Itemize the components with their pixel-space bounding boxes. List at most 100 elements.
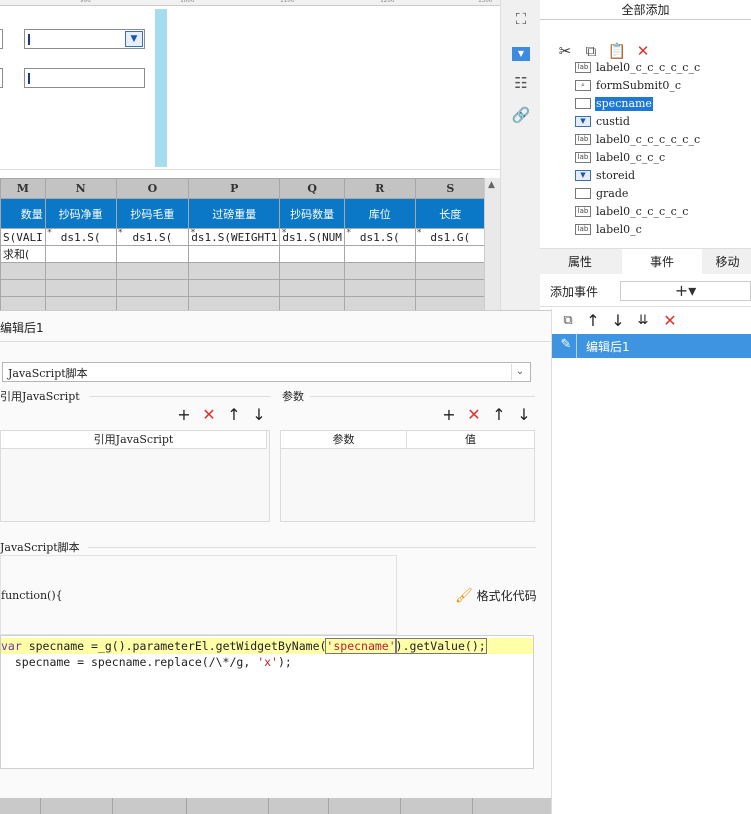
sheet-vertical-scrollbar[interactable]: ▲: [484, 178, 500, 310]
tree-node[interactable]: lab label0_c_c_c_c_c_c: [570, 59, 750, 77]
sheet-cell[interactable]: [0, 296, 46, 310]
tree-node[interactable]: ⌕ formSubmit0_c: [570, 77, 750, 95]
dropdown-arrow-icon[interactable]: ▼: [125, 31, 143, 47]
add-ref-icon[interactable]: +: [176, 407, 192, 423]
sheet-cell[interactable]: [188, 296, 281, 310]
sheet-cell[interactable]: [115, 245, 190, 263]
design-canvas[interactable]: 900 1000 1100 1200 1300 ▼: [0, 0, 500, 170]
tree-node[interactable]: grade: [570, 185, 750, 203]
script-type-select[interactable]: JavaScript脚本 ⌄: [2, 362, 531, 382]
column-header[interactable]: O: [115, 178, 190, 199]
sheet-cell[interactable]: [343, 262, 416, 280]
frame-icon[interactable]: ⛶: [510, 8, 532, 30]
sheet-cell[interactable]: [44, 296, 117, 310]
sheet-cell[interactable]: [414, 296, 487, 310]
param-up-icon[interactable]: ↑: [491, 407, 507, 423]
column-header[interactable]: Q: [279, 178, 345, 199]
sheet-cell[interactable]: [279, 245, 345, 263]
tree-node[interactable]: lab label0_c: [570, 221, 750, 239]
header-cell[interactable]: 抄码数量: [279, 198, 345, 229]
sheet-cell[interactable]: [115, 296, 190, 310]
format-code-button[interactable]: 🖌 格式化代码: [455, 587, 537, 604]
sheet-cell[interactable]: [44, 262, 117, 280]
sheet-cell[interactable]: [414, 279, 487, 297]
move-up-icon[interactable]: ↑: [585, 313, 601, 329]
binding-cell[interactable]: S(VALI: [0, 228, 46, 246]
header-cell[interactable]: 抄码净重: [44, 198, 117, 229]
tab-properties[interactable]: 属性: [540, 249, 620, 275]
tab-events[interactable]: 事件: [622, 249, 702, 275]
binding-cell[interactable]: * ds1.S(WEIGHT1: [188, 228, 281, 246]
delete-event-icon[interactable]: ✕: [662, 313, 678, 329]
param-down-icon[interactable]: ↓: [516, 407, 532, 423]
tab-mobile[interactable]: 移动: [704, 249, 751, 275]
header-cell[interactable]: 抄码毛重: [115, 198, 190, 229]
cut-icon[interactable]: ✂: [555, 41, 575, 61]
tree-node[interactable]: ▼ storeid: [570, 167, 750, 185]
tree-node[interactable]: lab label0_c_c_c: [570, 149, 750, 167]
add-event-dropdown[interactable]: +▾: [620, 281, 751, 301]
sum-cell[interactable]: 求和(: [0, 245, 46, 263]
code-line[interactable]: var specname =_g().parameterEl.getWidget…: [1, 638, 533, 654]
sheet-cell[interactable]: [414, 262, 487, 280]
move-bottom-icon[interactable]: ⇊: [635, 313, 651, 329]
sheet-cell[interactable]: [44, 245, 117, 263]
sheet-cell[interactable]: [0, 262, 46, 280]
binding-cell[interactable]: * ds1.S(: [44, 228, 117, 246]
binding-cell[interactable]: * ds1.G(: [414, 228, 487, 246]
sheet-cell[interactable]: [188, 279, 281, 297]
ref-up-icon[interactable]: ↑: [226, 407, 242, 423]
sheet-cell[interactable]: [343, 296, 416, 310]
params-list[interactable]: 参数 值: [280, 430, 535, 522]
tree-node[interactable]: lab label0_c_c_c_c_c: [570, 203, 750, 221]
code-line[interactable]: specname = specname.replace(/\*/g, 'x');: [1, 654, 292, 670]
tree-node[interactable]: ▼ custid: [570, 113, 750, 131]
column-header[interactable]: P: [188, 178, 281, 199]
column-header[interactable]: S: [414, 178, 487, 199]
delete-icon[interactable]: ✕: [633, 41, 653, 61]
move-down-icon[interactable]: ↓: [610, 313, 626, 329]
binding-cell[interactable]: * ds1.S(: [115, 228, 190, 246]
sheet-cell[interactable]: [0, 279, 46, 297]
tree-node[interactable]: lab label0_c_c_c_c_c_c: [570, 131, 750, 149]
sheet-cell[interactable]: [279, 262, 345, 280]
header-cell[interactable]: 库位: [343, 198, 416, 229]
binding-cell[interactable]: * ds1.S(: [343, 228, 416, 246]
ref-down-icon[interactable]: ↓: [251, 407, 267, 423]
sheet-cell[interactable]: [279, 296, 345, 310]
delete-param-icon[interactable]: ✕: [466, 407, 482, 423]
copy-event-icon[interactable]: ⧉: [560, 313, 576, 329]
paste-icon[interactable]: 📋: [607, 41, 627, 61]
column-header[interactable]: N: [44, 178, 117, 199]
event-item-selected[interactable]: ✎ 编辑后1: [552, 334, 751, 358]
sheet-cell[interactable]: [44, 279, 117, 297]
layout-icon[interactable]: ☷: [510, 72, 532, 94]
sheet-cell[interactable]: [115, 279, 190, 297]
dropdown-widget[interactable]: ▼: [24, 29, 145, 49]
code-editor[interactable]: var specname =_g().parameterEl.getWidget…: [0, 635, 534, 769]
add-all-button[interactable]: 全部添加: [540, 0, 751, 20]
report-sheet[interactable]: M N O P Q R S 数量 抄码净重 抄码毛重 过磅重量 抄码数量 库位 …: [0, 178, 500, 310]
link-icon[interactable]: 🔗: [510, 104, 532, 126]
ref-js-list[interactable]: 引用JavaScript: [0, 430, 270, 522]
column-header[interactable]: M: [0, 178, 46, 199]
header-cell[interactable]: 长度: [414, 198, 487, 229]
sheet-cell[interactable]: [188, 262, 281, 280]
binding-cell[interactable]: * ds1.S(NUM: [279, 228, 345, 246]
sheet-cell[interactable]: [115, 262, 190, 280]
scroll-up-icon[interactable]: ▲: [488, 180, 495, 190]
header-cell[interactable]: 过磅重量: [188, 198, 281, 229]
add-param-icon[interactable]: +: [441, 407, 457, 423]
copy-icon[interactable]: ⧉: [581, 41, 601, 61]
sheet-cell[interactable]: [188, 245, 281, 263]
column-header[interactable]: R: [343, 178, 416, 199]
header-cell[interactable]: 数量: [0, 198, 46, 229]
tree-node[interactable]: specname: [570, 95, 750, 113]
text-widget-specname[interactable]: [24, 68, 145, 88]
chevron-down-icon[interactable]: ⌄: [511, 364, 528, 380]
sheet-cell[interactable]: [414, 245, 487, 263]
widget-bound-highlight[interactable]: [155, 9, 167, 167]
sheet-cell[interactable]: [279, 279, 345, 297]
cropped-field[interactable]: [0, 68, 3, 88]
dropdown-widget-icon[interactable]: ▼: [510, 40, 532, 62]
